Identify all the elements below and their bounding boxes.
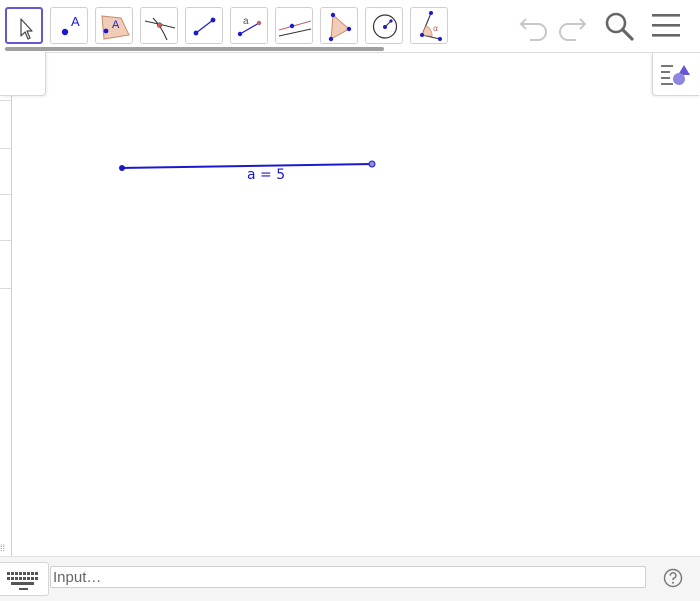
tool-line[interactable] [275,7,313,44]
graphics-canvas[interactable] [0,53,700,556]
keyboard-button[interactable] [0,562,49,596]
tool-point[interactable]: A [50,7,88,44]
search-icon [605,12,634,41]
circle-icon [372,14,398,39]
svg-text:A: A [112,19,120,31]
angle-icon: α [420,11,442,41]
svg-text:a: a [243,16,249,27]
toolbar: A A a α [0,0,700,53]
svg-text:A: A [71,14,80,29]
corner-marker: ⁞⁞ [0,543,6,553]
polygon-icon: A [101,15,130,40]
segment-length-icon: a [237,16,262,37]
line-icon [278,20,312,37]
algebra-input[interactable] [50,566,646,588]
tool-polygon-region[interactable]: A [95,7,133,44]
tool-intersect[interactable] [140,7,178,44]
segment-label[interactable]: a = 5 [247,167,285,183]
point-icon: A [61,14,80,36]
main-menu-button[interactable] [649,10,683,42]
toolbar-scrollbar[interactable] [5,47,384,51]
hamburger-menu-icon [652,14,680,37]
svg-text:α: α [433,24,438,33]
arrow-pointer-icon [20,18,33,40]
undo-icon [519,18,547,41]
help-button[interactable] [663,568,683,588]
redo-button[interactable] [556,10,590,42]
graphics-drawing [119,160,376,171]
keyboard-icon [7,572,38,590]
search-button[interactable] [602,10,636,42]
redo-icon [559,18,587,41]
segment-icon [193,17,216,36]
tool-segment-fixed-length[interactable]: a [230,7,268,44]
point-endpoint[interactable] [368,160,376,168]
tool-angle[interactable]: α [410,7,448,44]
input-bar [0,556,700,601]
intersect-icon [144,17,176,41]
point-endpoint[interactable] [119,165,125,171]
help-icon [663,568,683,588]
triangle-icon [328,12,352,42]
tool-segment[interactable] [185,7,223,44]
undo-button[interactable] [518,10,552,42]
tool-circle[interactable] [365,7,403,44]
tool-move[interactable] [5,7,43,44]
tool-polygon[interactable] [320,7,358,44]
